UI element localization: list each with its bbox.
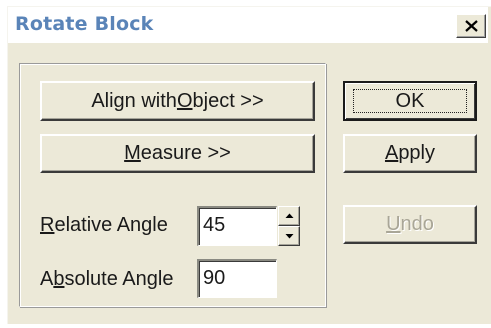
align-button-label-pre: Align with <box>91 89 177 112</box>
align-with-object-button[interactable]: Align with Object >> <box>40 81 315 121</box>
focus-rectangle <box>353 89 467 113</box>
close-button[interactable] <box>456 14 486 38</box>
relative-angle-label-post: elative Angle <box>54 214 168 236</box>
relative-angle-input[interactable]: 45 <box>197 206 277 246</box>
measure-button-mnemonic: M <box>124 142 141 164</box>
relative-angle-spinner[interactable] <box>278 206 300 246</box>
undo-button-label-post: ndo <box>400 213 434 235</box>
title-bar: Rotate Block <box>8 7 488 43</box>
align-button-label-post: bject >> <box>192 89 264 112</box>
undo-button-mnemonic: U <box>386 213 401 235</box>
apply-button-mnemonic: A <box>384 142 399 164</box>
ok-button[interactable]: OK <box>343 81 477 121</box>
relative-angle-mnemonic: R <box>40 214 55 236</box>
align-button-mnemonic: O <box>176 89 193 112</box>
absolute-angle-mnemonic: b <box>53 268 65 290</box>
relative-angle-label: Relative Angle <box>40 214 168 237</box>
spin-up-button[interactable] <box>278 206 300 226</box>
apply-button[interactable]: Apply <box>343 134 477 173</box>
spin-down-button[interactable] <box>278 226 300 246</box>
measure-button-label-post: easure >> <box>140 142 231 164</box>
absolute-angle-label: Absolute Angle <box>40 268 173 291</box>
apply-button-label-post: pply <box>398 142 436 164</box>
absolute-angle-label-pre: A <box>40 268 54 290</box>
arrow-up-icon <box>285 213 294 218</box>
absolute-angle-label-post: solute Angle <box>64 268 174 290</box>
measure-button[interactable]: Measure >> <box>40 134 315 173</box>
window-title: Rotate Block <box>15 13 154 35</box>
absolute-angle-input[interactable]: 90 <box>197 259 277 298</box>
arrow-down-icon <box>285 234 294 239</box>
close-x-icon <box>465 20 478 32</box>
undo-button[interactable]: Undo <box>343 205 477 244</box>
